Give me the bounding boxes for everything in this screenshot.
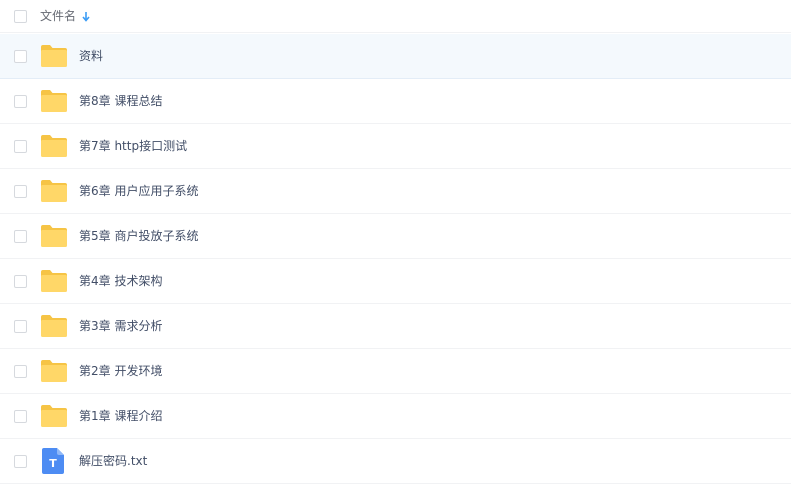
folder-icon xyxy=(41,90,67,112)
select-all-checkbox[interactable] xyxy=(14,10,27,23)
row-checkbox[interactable] xyxy=(14,50,27,63)
file-row[interactable]: 第7章 http接口测试 xyxy=(0,124,791,169)
file-name[interactable]: 第6章 用户应用子系统 xyxy=(79,184,198,198)
folder-icon xyxy=(41,315,67,337)
file-name[interactable]: 第7章 http接口测试 xyxy=(79,139,187,153)
row-checkbox[interactable] xyxy=(14,95,27,108)
folder-icon xyxy=(41,180,67,202)
folder-icon xyxy=(41,360,67,382)
folder-icon xyxy=(41,45,67,67)
row-checkbox[interactable] xyxy=(14,140,27,153)
file-row[interactable]: 第1章 课程介绍 xyxy=(0,394,791,439)
sort-descending-icon[interactable] xyxy=(82,11,90,22)
row-checkbox[interactable] xyxy=(14,230,27,243)
row-checkbox[interactable] xyxy=(14,185,27,198)
folder-icon xyxy=(41,225,67,247)
row-checkbox[interactable] xyxy=(14,275,27,288)
file-name[interactable]: 第3章 需求分析 xyxy=(79,319,162,333)
column-header-filename[interactable]: 文件名 xyxy=(40,9,76,23)
file-name[interactable]: 第5章 商户投放子系统 xyxy=(79,229,198,243)
file-list: 文件名 资料第8章 课程总结第7章 http接口测试 第6章 用户应用子系统 第5章… xyxy=(0,0,791,498)
folder-icon xyxy=(41,270,67,292)
file-row[interactable]: 第8章 课程总结 xyxy=(0,79,791,124)
folder-icon xyxy=(41,135,67,157)
row-checkbox[interactable] xyxy=(14,320,27,333)
row-checkbox[interactable] xyxy=(14,365,27,378)
txt-icon-letter: T xyxy=(49,457,57,470)
row-checkbox[interactable] xyxy=(14,455,27,468)
file-row[interactable]: 第3章 需求分析 xyxy=(0,304,791,349)
file-row[interactable]: 第6章 用户应用子系统 xyxy=(0,169,791,214)
file-name[interactable]: 第1章 课程介绍 xyxy=(79,409,162,423)
row-checkbox[interactable] xyxy=(14,410,27,423)
file-name[interactable]: 第2章 开发环境 xyxy=(79,364,162,378)
file-row[interactable]: 第4章 技术架构 xyxy=(0,259,791,304)
txt-file-icon: T xyxy=(42,448,64,474)
file-name[interactable]: 第4章 技术架构 xyxy=(79,274,162,288)
file-name[interactable]: 资料 xyxy=(79,49,103,63)
list-header: 文件名 xyxy=(0,0,791,33)
file-row[interactable]: 资料 xyxy=(0,34,791,79)
folder-icon xyxy=(41,405,67,427)
file-row[interactable]: T 解压密码.txt xyxy=(0,439,791,484)
file-row[interactable]: 第5章 商户投放子系统 xyxy=(0,214,791,259)
file-row[interactable]: 第2章 开发环境 xyxy=(0,349,791,394)
file-name[interactable]: 第8章 课程总结 xyxy=(79,94,162,108)
file-name[interactable]: 解压密码.txt xyxy=(79,454,147,468)
